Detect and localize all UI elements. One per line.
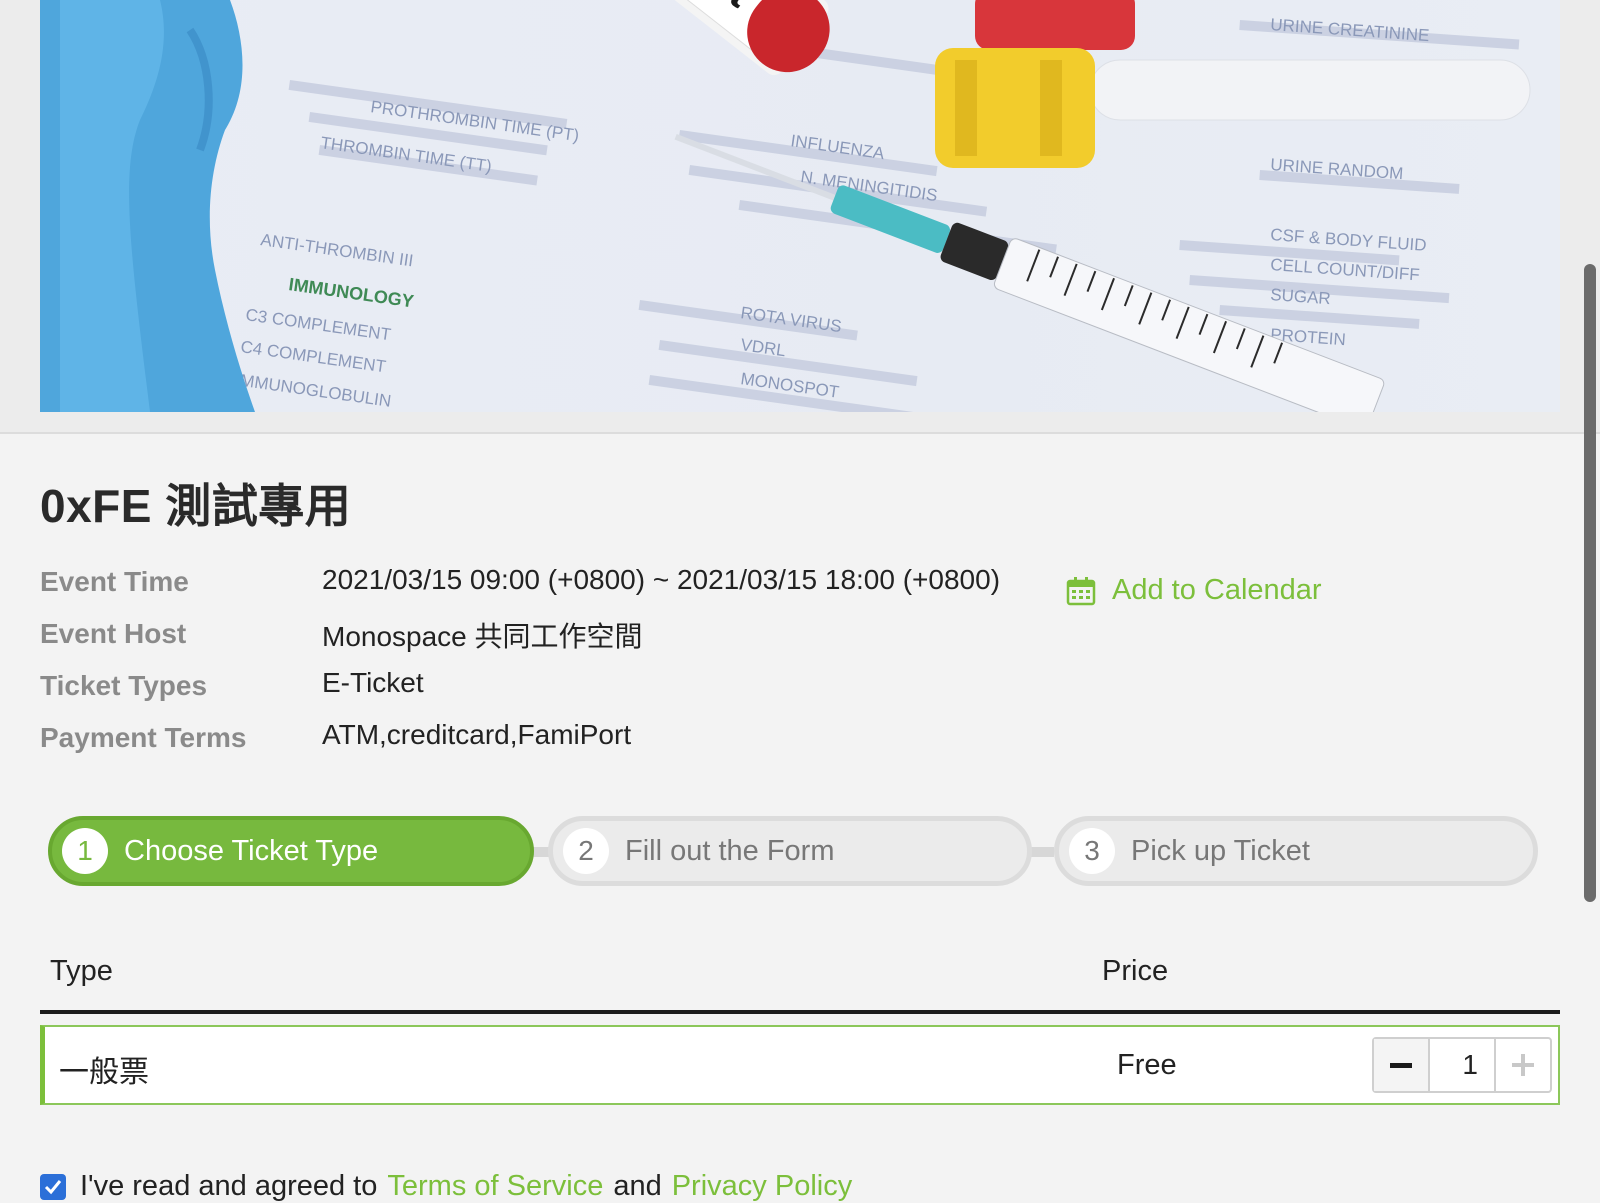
ticket-price: Free [1117, 1049, 1177, 1081]
calendar-icon [1066, 576, 1096, 605]
step-choose-ticket-type[interactable]: 1 Choose Ticket Type [48, 816, 534, 886]
event-host-value: Monospace 共同工作空間 [322, 621, 643, 652]
step-label: Fill out the Form [625, 834, 835, 867]
step-label: Pick up Ticket [1131, 834, 1310, 867]
increase-quantity-button[interactable] [1494, 1039, 1550, 1091]
sheet-line-antithrombin: ANTI-THROMBIN III [259, 230, 414, 270]
event-title: 0xFE 測試專用 [40, 480, 352, 532]
sheet-line-c4: C4 COMPLEMENT [239, 337, 387, 376]
sheet-line-immunology: IMMUNOLOGY [287, 274, 415, 311]
checkout-steps: 1 Choose Ticket Type 2 Fill out the Form… [48, 816, 1552, 892]
step-label: Choose Ticket Type [124, 834, 379, 867]
terms-of-service-link[interactable]: Terms of Service [387, 1170, 603, 1203]
sheet-line-urine-creatinine: URINE CREATININE [1270, 15, 1430, 45]
payment-terms-value: ATM,creditcard,FamiPort [322, 719, 632, 750]
quantity-stepper: 1 [1372, 1037, 1552, 1093]
type-column-header: Type [50, 955, 113, 987]
agree-checkbox[interactable] [40, 1173, 66, 1200]
price-column-header: Price [1102, 955, 1169, 987]
agreement-row: I've read and agreed to Terms of Service… [40, 1170, 862, 1203]
step-pick-up-ticket[interactable]: 3 Pick up Ticket [1054, 816, 1538, 886]
decrease-quantity-button[interactable] [1374, 1039, 1430, 1091]
event-time-label: Event Time [40, 566, 189, 597]
step-fill-out-form[interactable]: 2 Fill out the Form [548, 816, 1032, 886]
ticket-types-value: E-Ticket [322, 667, 424, 698]
event-host-label: Event Host [40, 618, 187, 649]
checkmark-icon [44, 1179, 62, 1194]
agreement-prefix: I've read and agreed to [80, 1170, 378, 1202]
step-number: 2 [563, 828, 609, 874]
event-time-value: 2021/03/15 09:00 (+0800) ~ 2021/03/15 18… [322, 564, 1001, 595]
sheet-line-ig: IMMUNOGLOBULIN [234, 370, 392, 411]
privacy-policy-link[interactable]: Privacy Policy [672, 1170, 853, 1203]
step-number: 3 [1069, 828, 1115, 874]
plus-icon [1512, 1054, 1534, 1076]
ticket-type-name: 一般票 [59, 1056, 149, 1089]
ticket-types-label: Ticket Types [40, 670, 208, 701]
banner-area: IMMUNOLOGY C3 COMPLEMENT C4 COMPLEMENT I… [0, 0, 1600, 434]
minus-icon [1390, 1063, 1412, 1068]
add-to-calendar-link[interactable]: Add to Calendar [1066, 574, 1322, 607]
sheet-line-sugar: SUGAR [1270, 285, 1332, 308]
agreement-conjunction: and [613, 1170, 662, 1202]
table-row: 一般票 Free 1 [40, 1025, 1560, 1105]
payment-terms-label: Payment Terms [40, 722, 247, 753]
page-scrollbar[interactable] [1584, 264, 1596, 902]
sheet-line-c3: C3 COMPLEMENT [244, 305, 392, 344]
table-header-divider [40, 1010, 1560, 1014]
event-banner-image: IMMUNOLOGY C3 COMPLEMENT C4 COMPLEMENT I… [40, 0, 1560, 412]
add-to-calendar-label: Add to Calendar [1112, 574, 1322, 606]
step-number: 1 [62, 828, 108, 874]
quantity-value[interactable]: 1 [1430, 1039, 1494, 1091]
